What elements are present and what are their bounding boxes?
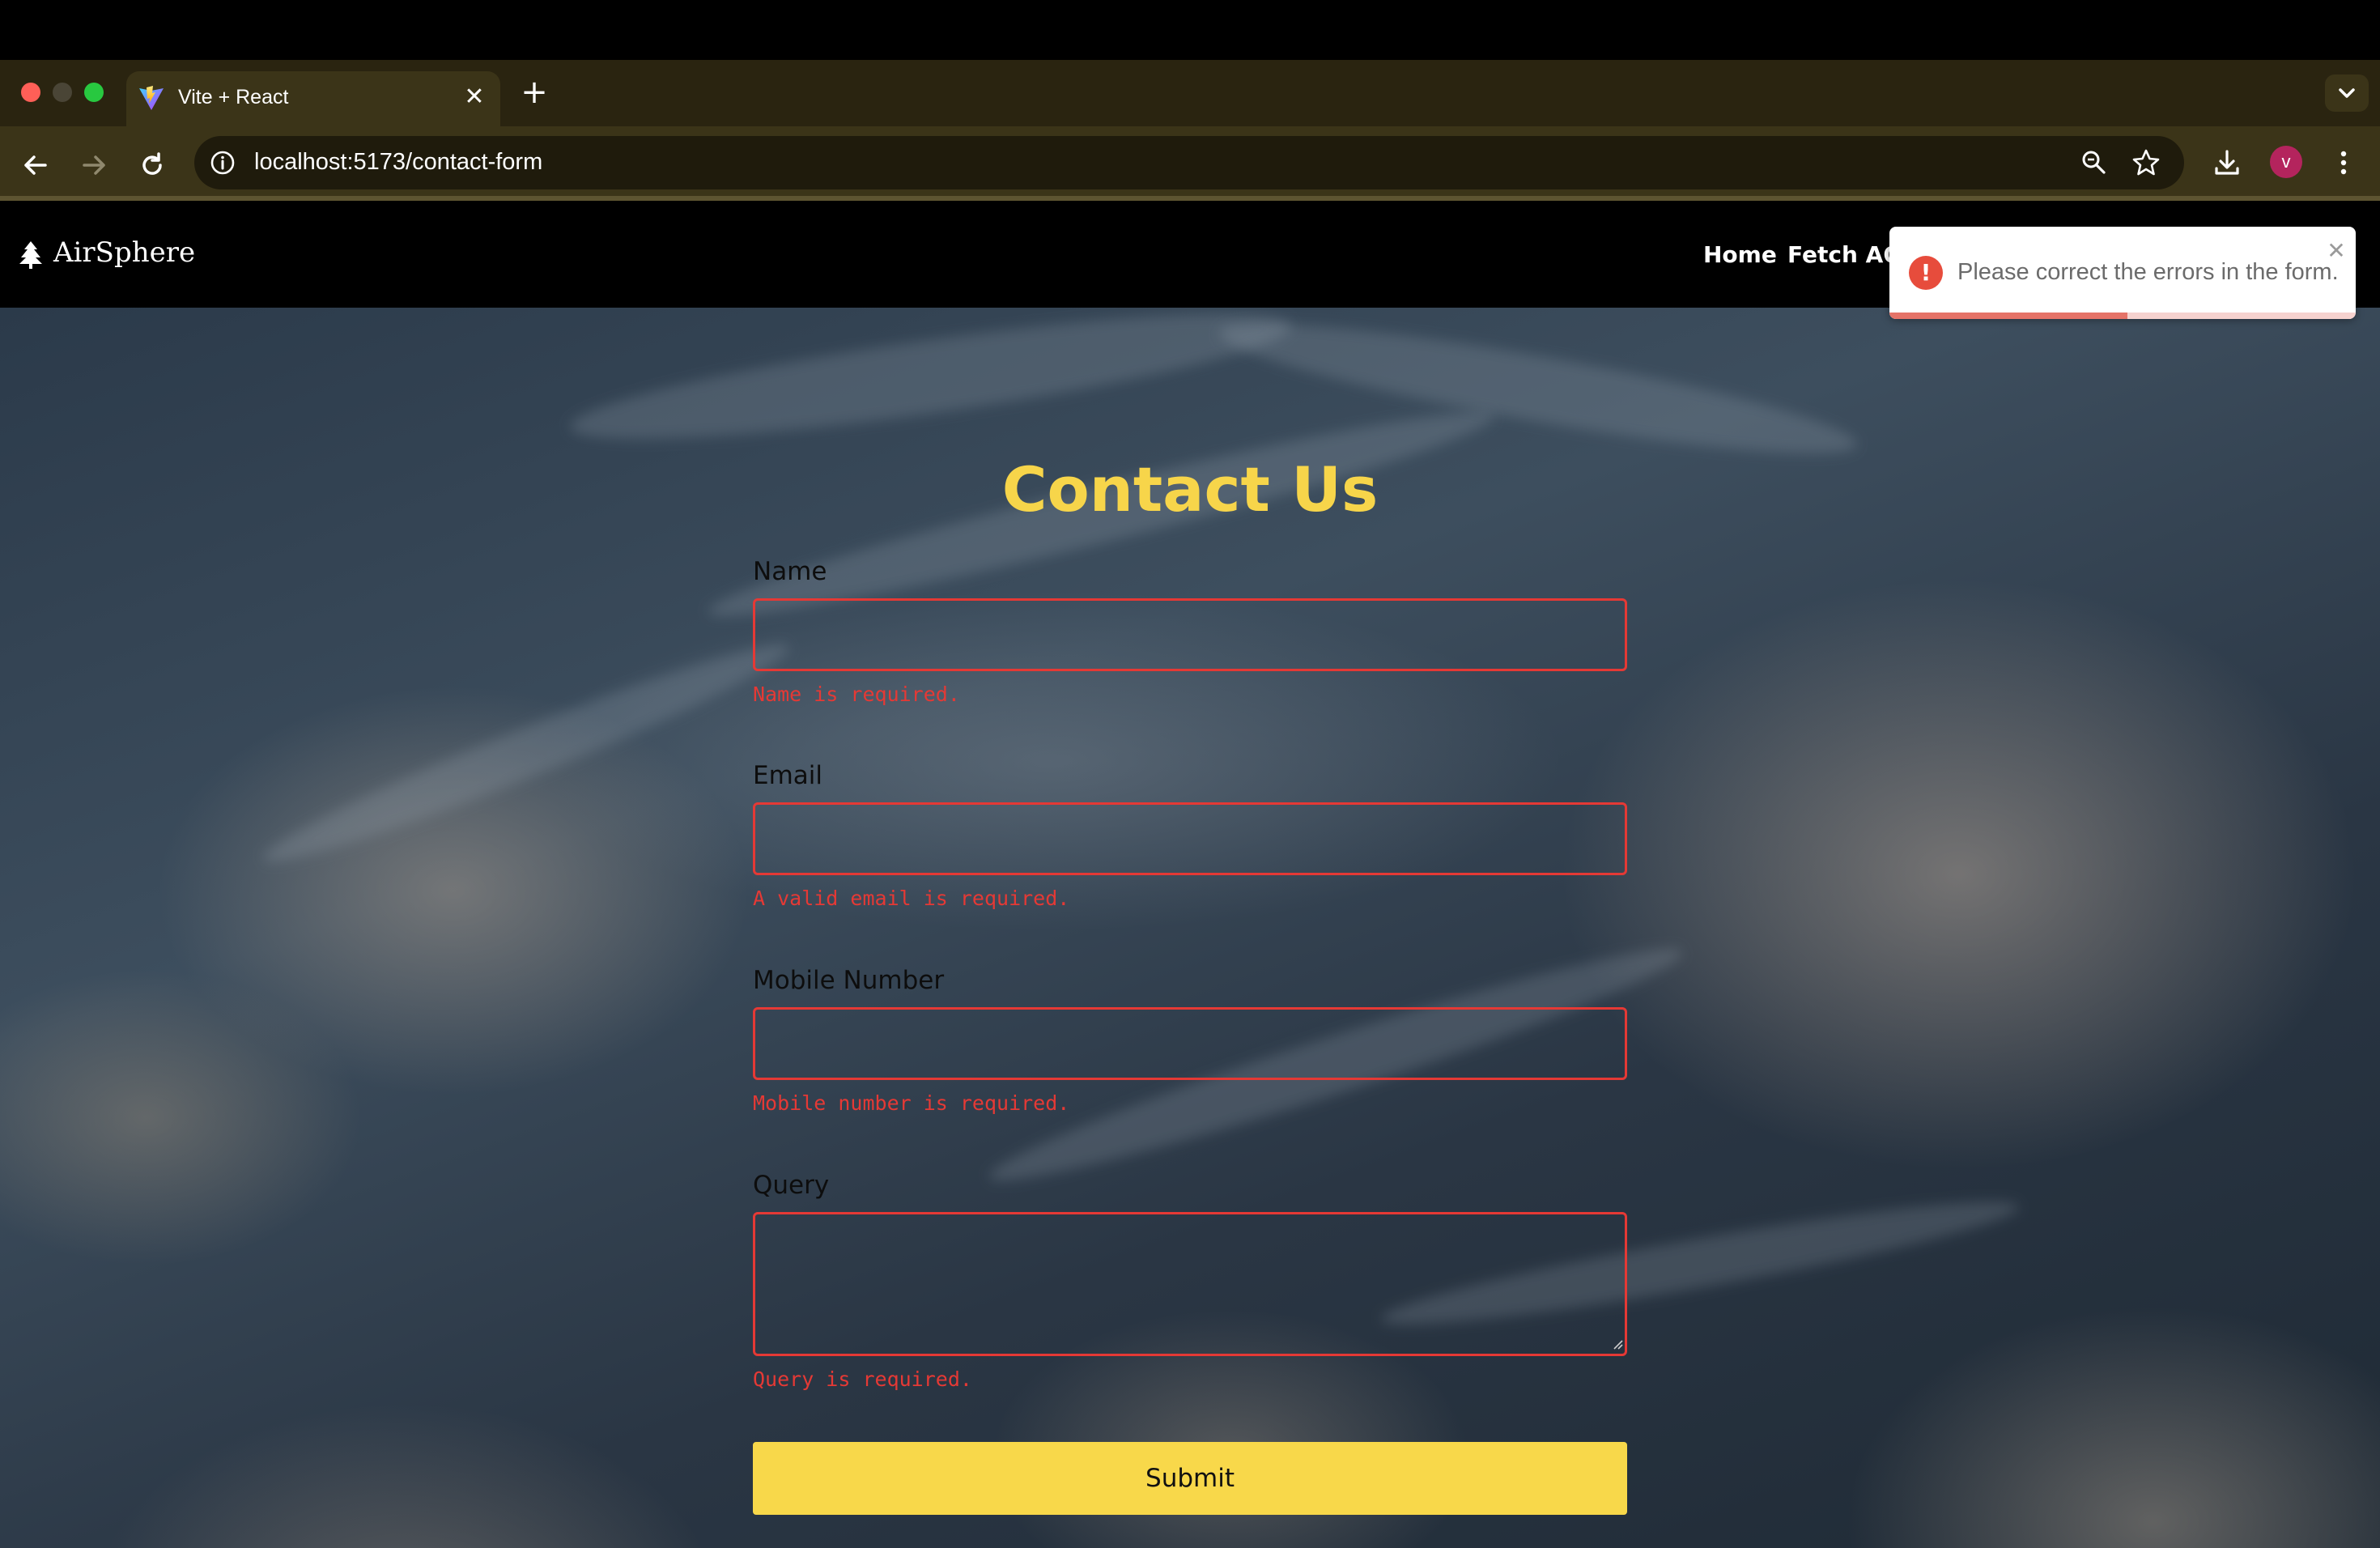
toast-message: Please correct the errors in the form. <box>1957 259 2339 285</box>
zoom-icon[interactable] <box>2079 147 2110 178</box>
new-tab-icon[interactable]: + <box>518 76 550 108</box>
forward-button[interactable] <box>76 147 112 183</box>
nav-link-home[interactable]: Home <box>1703 241 1777 268</box>
menu-dots-icon[interactable] <box>2327 146 2361 180</box>
bookmark-star-icon[interactable] <box>2131 147 2161 178</box>
tab-search-button[interactable] <box>2325 74 2369 112</box>
forward-icon <box>83 155 105 175</box>
email-error: A valid email is required. <box>753 887 1070 910</box>
page-title: Contact Us <box>1001 453 1379 525</box>
mobile-number-label: Mobile Number <box>753 966 945 995</box>
reload-button[interactable] <box>134 147 170 183</box>
mobile-number-input[interactable] <box>753 1007 1627 1080</box>
tab-title: Vite + React <box>178 86 289 108</box>
back-button[interactable] <box>18 147 53 183</box>
name-input[interactable] <box>753 598 1627 671</box>
reload-icon <box>142 152 162 175</box>
toast-progress-bar <box>1889 313 2356 319</box>
back-icon <box>24 155 47 175</box>
mobile-number-error: Mobile number is required. <box>753 1091 1070 1115</box>
submit-button[interactable]: Submit <box>753 1442 1627 1515</box>
toast-close-icon[interactable]: ✕ <box>2325 240 2348 262</box>
os-top-bar <box>0 0 2380 60</box>
toast-progress-fill <box>1889 313 2127 319</box>
url-text[interactable]: localhost:5173/contact-form <box>254 149 542 176</box>
error-toast[interactable]: ! Please correct the errors in the form.… <box>1889 227 2356 319</box>
error-alert-icon: ! <box>1909 256 1943 290</box>
window-minimize-dot[interactable] <box>53 83 72 102</box>
query-textarea[interactable] <box>753 1212 1627 1356</box>
download-icon[interactable] <box>2210 146 2244 180</box>
email-label: Email <box>753 761 823 790</box>
chevron-down-icon <box>2339 88 2355 98</box>
brand-name[interactable]: AirSphere <box>53 236 195 269</box>
query-label: Query <box>753 1171 830 1200</box>
name-error: Name is required. <box>753 683 960 706</box>
window-maximize-dot[interactable] <box>84 83 104 102</box>
vite-logo-icon <box>139 86 164 110</box>
window-close-dot[interactable] <box>21 83 40 102</box>
query-error: Query is required. <box>753 1367 972 1391</box>
email-input[interactable] <box>753 802 1627 875</box>
name-label: Name <box>753 557 827 586</box>
site-info-icon[interactable] <box>209 149 236 176</box>
tree-icon <box>19 241 42 269</box>
resize-grip-icon[interactable] <box>1611 1337 1624 1350</box>
tab-close-icon[interactable]: ✕ <box>460 83 489 112</box>
browser-tab-active[interactable]: Vite + React ✕ <box>126 71 500 126</box>
profile-avatar[interactable]: v <box>2270 146 2302 178</box>
